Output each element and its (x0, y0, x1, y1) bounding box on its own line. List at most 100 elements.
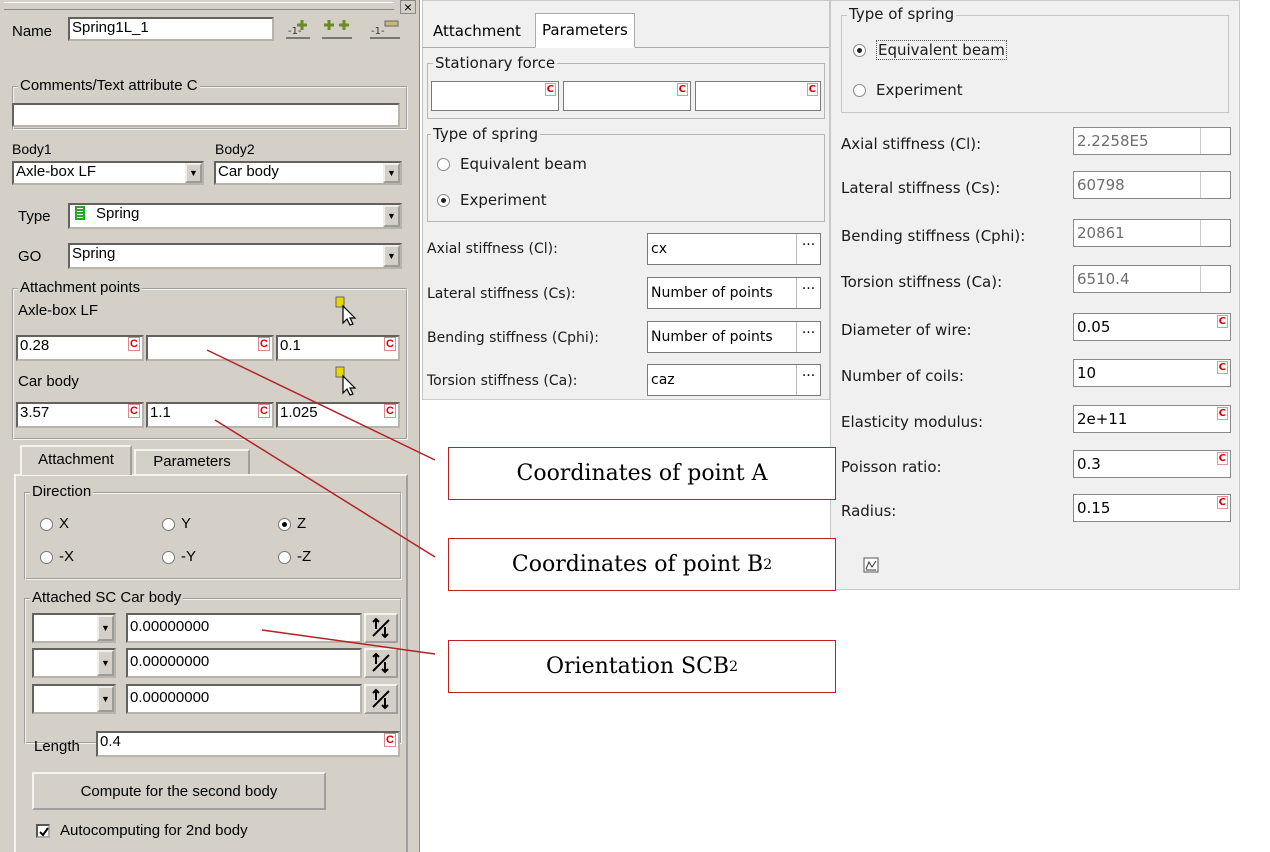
type-of-spring-title: Type of spring (431, 125, 541, 143)
equivalent-beam-radio[interactable]: Equivalent beam (853, 40, 1007, 60)
callout-orientation: Orientation SCB 2 (448, 640, 836, 693)
point-b-z-field[interactable]: 1.025 C (276, 402, 400, 428)
radio-selected-icon (437, 194, 450, 207)
c-marker: C (258, 337, 270, 351)
body1-label: Body1 (12, 141, 52, 157)
callout-point-b: Coordinates of point B2 (448, 538, 836, 591)
attachment-points-title: Attachment points (18, 279, 143, 296)
pick-point-cursor-icon[interactable] (334, 296, 358, 326)
sc-angle-field-1[interactable]: 0.00000000 (126, 613, 362, 643)
sc-axis-select-1[interactable]: ▼ (32, 613, 116, 643)
svg-text:-1-: -1- (371, 26, 385, 37)
more-options-button[interactable]: ··· (796, 234, 820, 264)
number-of-coils-label: Number of coils: (841, 367, 964, 385)
comments-field[interactable] (12, 103, 400, 127)
sc-axis-select-3[interactable]: ▼ (32, 684, 116, 714)
more-options-button[interactable]: ··· (796, 278, 820, 308)
c-marker: C (384, 733, 396, 747)
swap-arrows-icon[interactable] (364, 613, 398, 643)
tab-attachment[interactable]: Attachment (20, 445, 132, 475)
body2-select[interactable]: Car body ▼ (214, 161, 402, 185)
attached-sc-title: Attached SC Car body (30, 589, 184, 606)
close-button[interactable]: × (400, 0, 416, 14)
c-marker: C (1216, 315, 1228, 328)
bending-stiffness-field[interactable]: Number of points ··· (647, 321, 821, 353)
lateral-stiffness-field[interactable]: Number of points ··· (647, 277, 821, 309)
swap-arrows-icon[interactable] (364, 684, 398, 714)
chevron-down-icon[interactable]: ▼ (383, 245, 400, 267)
tab-attachment[interactable]: Attachment (427, 15, 527, 47)
tab-parameters[interactable]: Parameters (134, 449, 250, 475)
point-b-label: Car body (18, 373, 79, 390)
length-label: Length (34, 738, 80, 755)
stationary-force-y[interactable]: C (563, 81, 691, 111)
c-marker: C (128, 337, 140, 351)
radio-selected-icon (278, 517, 291, 531)
direction-neg-x-radio[interactable]: -X (40, 548, 74, 566)
poisson-ratio-field[interactable]: 0.3 C (1073, 450, 1231, 478)
chevron-down-icon[interactable]: ▼ (185, 163, 202, 183)
direction-title: Direction (30, 483, 94, 500)
c-marker: C (384, 337, 396, 351)
length-field[interactable]: 0.4 C (96, 731, 400, 757)
go-label: GO (18, 248, 42, 265)
sc-axis-select-2[interactable]: ▼ (32, 648, 116, 678)
point-a-label: Axle-box LF (18, 302, 99, 319)
add-multiple-icon[interactable] (320, 18, 354, 42)
stationary-force-z[interactable]: C (695, 81, 821, 111)
body1-select[interactable]: Axle-box LF ▼ (12, 161, 204, 185)
autocompute-checkbox[interactable]: Autocomputing for 2nd body (36, 822, 248, 840)
chevron-down-icon[interactable]: ▼ (383, 163, 400, 183)
radio-icon (40, 550, 53, 564)
name-field[interactable]: Spring1L_1 (68, 17, 274, 41)
elasticity-modulus-field[interactable]: 2e+11 C (1073, 405, 1231, 433)
checkbox-checked-icon (36, 824, 50, 839)
direction-y-radio[interactable]: Y (162, 515, 191, 533)
number-of-coils-field[interactable]: 10 C (1073, 359, 1231, 387)
elasticity-modulus-label: Elasticity modulus: (841, 413, 984, 431)
diameter-of-wire-field[interactable]: 0.05 C (1073, 313, 1231, 341)
axial-stiffness-field[interactable]: cx ··· (647, 233, 821, 265)
c-marker: C (258, 404, 270, 418)
chevron-down-icon[interactable]: ▼ (97, 615, 114, 641)
c-marker: C (384, 404, 396, 418)
tab-parameters[interactable]: Parameters (535, 13, 635, 48)
compute-second-body-button[interactable]: Compute for the second body (32, 772, 326, 810)
go-select[interactable]: Spring ▼ (68, 243, 402, 269)
direction-neg-z-radio[interactable]: -Z (278, 548, 311, 566)
direction-z-radio[interactable]: Z (278, 515, 306, 533)
point-a-x-field[interactable]: 0.28 C (16, 335, 144, 361)
body2-label: Body2 (215, 141, 255, 157)
point-a-y-field[interactable]: C (146, 335, 274, 361)
stationary-force-x[interactable]: C (431, 81, 559, 111)
more-options-button[interactable]: ··· (796, 365, 820, 395)
c-marker: C (1216, 361, 1228, 374)
chevron-down-icon[interactable]: ▼ (97, 686, 114, 712)
torsion-stiffness-field[interactable]: caz ··· (647, 364, 821, 396)
experiment-radio[interactable]: Experiment (437, 191, 547, 209)
direction-neg-y-radio[interactable]: -Y (162, 548, 196, 566)
chevron-down-icon[interactable]: ▼ (383, 205, 400, 227)
swap-arrows-icon[interactable] (364, 648, 398, 678)
spring-editor-panel: × Name Spring1L_1 -1- -1- Comments/Text … (0, 0, 420, 852)
direction-x-radio[interactable]: X (40, 515, 69, 533)
chevron-down-icon[interactable]: ▼ (97, 650, 114, 676)
radius-field[interactable]: 0.15 C (1073, 494, 1231, 522)
experiment-radio[interactable]: Experiment (853, 81, 963, 99)
equivalent-beam-radio[interactable]: Equivalent beam (437, 155, 587, 173)
sc-angle-field-2[interactable]: 0.00000000 (126, 648, 362, 678)
bending-stiffness-value: 20861 (1073, 219, 1231, 247)
type-select[interactable]: Spring ▼ (68, 203, 402, 229)
sc-angle-field-3[interactable]: 0.00000000 (126, 684, 362, 714)
point-b-x-field[interactable]: 3.57 C (16, 402, 144, 428)
axial-stiffness-label: Axial stiffness (Cl): (841, 135, 982, 153)
graph-icon[interactable] (863, 557, 879, 573)
point-b-y-field[interactable]: 1.1 C (146, 402, 274, 428)
radio-icon (437, 158, 450, 171)
pick-point-cursor-icon[interactable] (334, 366, 358, 396)
lateral-stiffness-value: 60798 (1073, 171, 1231, 199)
add-element-icon[interactable]: -1- (284, 18, 312, 42)
point-a-z-field[interactable]: 0.1 C (276, 335, 400, 361)
more-options-button[interactable]: ··· (796, 322, 820, 352)
edit-element-icon[interactable]: -1- (368, 18, 402, 42)
